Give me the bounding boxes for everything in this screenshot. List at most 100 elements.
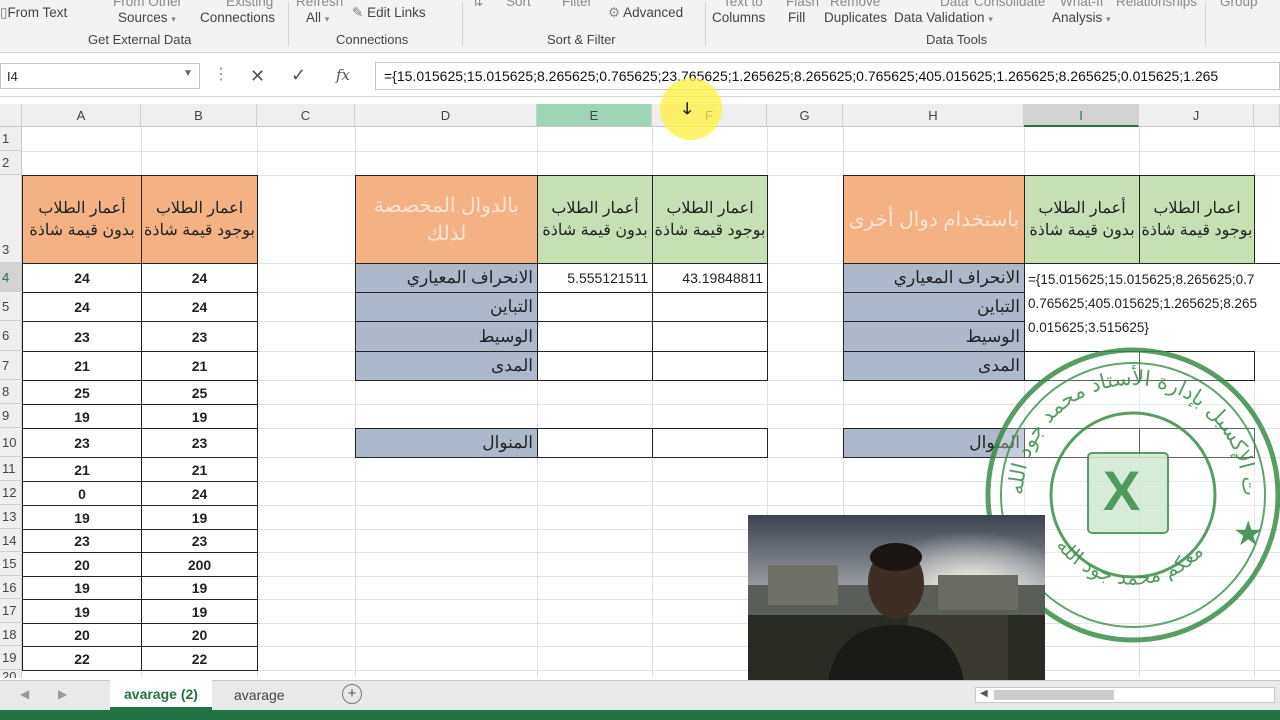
sort-az-icon[interactable]: ⇅ (472, 0, 483, 10)
row-header-2[interactable]: 2 (0, 151, 22, 175)
cell-a13[interactable]: 19 (22, 505, 142, 530)
remove-top[interactable]: Remove (830, 0, 880, 9)
remove-duplicates-button[interactable]: Duplicates (824, 10, 887, 25)
column-header-k[interactable] (1254, 104, 1280, 127)
cell-f3[interactable]: اعمار الطلاب بوجود قيمة شاذة (652, 175, 768, 264)
edit-links-button[interactable]: ✎ Edit Links (352, 5, 426, 21)
row-header-19[interactable]: 19 (0, 646, 22, 670)
what-if-analysis-button[interactable]: Analysis ▾ (1052, 10, 1111, 25)
cell-a12[interactable]: 0 (22, 481, 142, 506)
cell-a17[interactable]: 19 (22, 599, 142, 624)
column-header-g[interactable]: G (767, 104, 843, 127)
cell-f4[interactable]: 43.19848811 (652, 263, 768, 293)
cell-h5[interactable]: التباين (843, 292, 1025, 322)
cell-d4[interactable]: الانحراف المعياري (355, 263, 538, 293)
row-header-13[interactable]: 13 (0, 505, 22, 529)
scroll-left-arrow-icon[interactable]: ◀ (980, 688, 988, 699)
row-header-8[interactable]: 8 (0, 380, 22, 404)
cell-b16[interactable]: 19 (141, 576, 258, 600)
cell-a6[interactable]: 23 (22, 321, 142, 352)
cell-e5[interactable] (537, 292, 653, 322)
cell-b12[interactable]: 24 (141, 481, 258, 506)
cell-f7[interactable] (652, 351, 768, 381)
cell-h3[interactable]: باستخدام دوال أخرى (843, 175, 1025, 264)
horizontal-scrollbar[interactable]: ◀ (975, 687, 1275, 703)
cell-d10[interactable]: المنوال (355, 428, 538, 458)
cell-e7[interactable] (537, 351, 653, 381)
insert-function-icon[interactable]: fx (336, 66, 350, 84)
filter-button[interactable]: Filter (562, 0, 592, 9)
row-header-9[interactable]: 9 (0, 404, 22, 428)
cell-b17[interactable]: 19 (141, 599, 258, 624)
row-header-12[interactable]: 12 (0, 481, 22, 505)
cell-b15[interactable]: 200 (141, 552, 258, 577)
data-top[interactable]: Data (940, 0, 969, 9)
tab-scroll-left-icon[interactable]: ◀ (20, 687, 29, 701)
cell-b13[interactable]: 19 (141, 505, 258, 530)
relationships-button[interactable]: Relationships (1116, 0, 1197, 9)
cell-f5[interactable] (652, 292, 768, 322)
existing-connections-button[interactable]: Connections (200, 10, 275, 25)
cell-f10[interactable] (652, 428, 768, 458)
row-header-11[interactable]: 11 (0, 457, 22, 481)
from-text-button[interactable]: ▯From Text (0, 5, 67, 21)
advanced-button[interactable]: ⚙ Advanced (608, 5, 683, 21)
cell-b9[interactable]: 19 (141, 404, 258, 429)
cell-a16[interactable]: 19 (22, 576, 142, 600)
column-header-c[interactable]: C (257, 104, 355, 127)
cell-a5[interactable]: 24 (22, 292, 142, 322)
cell-a19[interactable]: 22 (22, 646, 142, 671)
cell-a14[interactable]: 23 (22, 529, 142, 553)
flash-top[interactable]: Flash (786, 0, 819, 9)
cell-a15[interactable]: 20 (22, 552, 142, 577)
sort-button[interactable]: Sort (506, 0, 531, 9)
row-header-4[interactable]: 4 (0, 263, 22, 292)
row-header-18[interactable]: 18 (0, 623, 22, 646)
formula-input[interactable]: ={15.015625;15.015625;8.265625;0.765625;… (375, 62, 1280, 90)
cell-e6[interactable] (537, 321, 653, 352)
cell-b4[interactable]: 24 (141, 263, 258, 293)
cell-j3[interactable]: اعمار الطلاب بوجود قيمة شاذة (1139, 175, 1255, 264)
cell-a3[interactable]: أعمار الطلاب بدون قيمة شاذة (22, 175, 142, 264)
cell-e4[interactable]: 5.555121511 (537, 263, 653, 293)
tab-avarage-2[interactable]: avarage (2) (110, 680, 212, 710)
row-header-17[interactable]: 17 (0, 599, 22, 623)
group-button[interactable]: Group (1220, 0, 1258, 9)
refresh-all-button[interactable]: All ▾ (306, 10, 329, 25)
consolidate-button[interactable]: Consolidate (974, 0, 1045, 9)
cell-b8[interactable]: 25 (141, 380, 258, 405)
row-header-14[interactable]: 14 (0, 529, 22, 552)
column-header-b[interactable]: B (141, 104, 257, 127)
cell-b7[interactable]: 21 (141, 351, 258, 381)
cell-a8[interactable]: 25 (22, 380, 142, 405)
cell-i4-edit[interactable]: ={15.015625;15.015625;8.265625;0.7 0.765… (1024, 263, 1280, 351)
cell-b5[interactable]: 24 (141, 292, 258, 322)
tab-scroll-right-icon[interactable]: ▶ (58, 687, 67, 701)
column-header-h[interactable]: H (843, 104, 1024, 127)
row-header-6[interactable]: 6 (0, 321, 22, 351)
tab-avarage[interactable]: avarage (220, 681, 299, 709)
cell-b14[interactable]: 23 (141, 529, 258, 553)
cell-d5[interactable]: التباين (355, 292, 538, 322)
column-header-e[interactable]: E (537, 104, 652, 127)
cell-a11[interactable]: 21 (22, 457, 142, 482)
column-header-d[interactable]: D (355, 104, 537, 127)
row-header-7[interactable]: 7 (0, 351, 22, 380)
cell-b3[interactable]: اعمار الطلاب بوجود قيمة شاذة (141, 175, 258, 264)
what-if-top[interactable]: What-If (1060, 0, 1104, 9)
cell-b19[interactable]: 22 (141, 646, 258, 671)
cell-b6[interactable]: 23 (141, 321, 258, 352)
cell-a9[interactable]: 19 (22, 404, 142, 429)
text-to-top[interactable]: Text to (723, 0, 763, 9)
row-header-10[interactable]: 10 (0, 428, 22, 457)
column-header-i[interactable]: I (1024, 104, 1139, 127)
row-header-16[interactable]: 16 (0, 576, 22, 599)
cell-d6[interactable]: الوسيط (355, 321, 538, 352)
cell-b18[interactable]: 20 (141, 623, 258, 647)
cell-e3[interactable]: أعمار الطلاب بدون قيمة شاذة (537, 175, 653, 264)
existing-top[interactable]: Existing (226, 0, 273, 9)
cell-i3[interactable]: أعمار الطلاب بدون قيمة شاذة (1024, 175, 1140, 264)
flash-fill-button[interactable]: Fill (788, 10, 805, 25)
column-header-a[interactable]: A (22, 104, 141, 127)
cell-d7[interactable]: المدى (355, 351, 538, 381)
